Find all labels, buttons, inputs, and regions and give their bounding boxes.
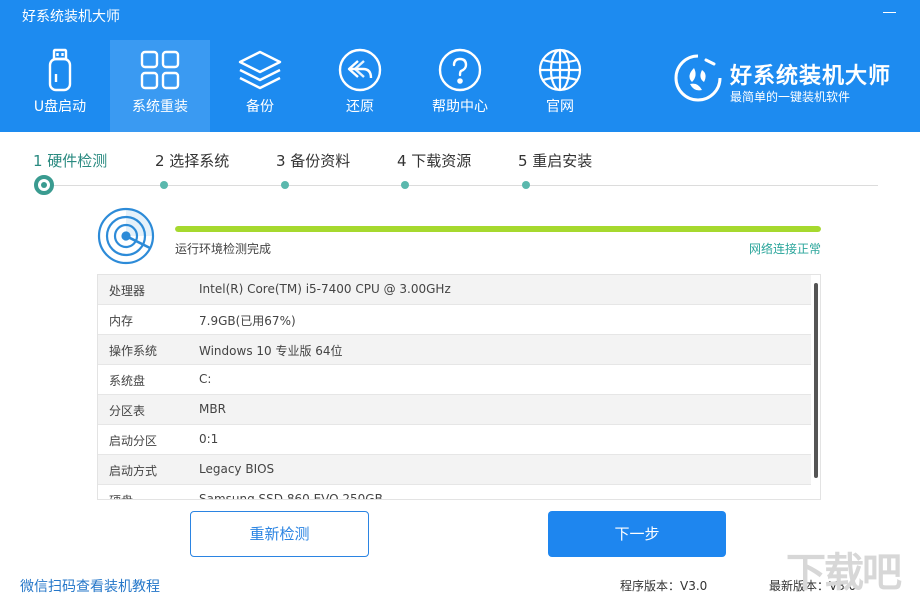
layers-icon (236, 46, 284, 94)
recheck-button[interactable]: 重新检测 (190, 511, 369, 557)
minimize-button[interactable] (880, 4, 900, 20)
step-dot (401, 181, 409, 189)
nav-item-help-center[interactable]: 帮助中心 (410, 40, 510, 132)
table-row: 操作系统 Windows 10 专业版 64位 (98, 335, 811, 365)
nav-label: 备份 (246, 99, 274, 115)
tutorial-link[interactable]: 微信扫码查看装机教程 (20, 576, 160, 596)
nav-item-system-reinstall[interactable]: 系统重装 (110, 40, 210, 132)
table-row: 启动方式 Legacy BIOS (98, 455, 811, 485)
row-key: 内存 (109, 314, 134, 328)
table-row: 内存 7.9GB(已用67%) (98, 305, 811, 335)
step-backup-data: 3 备份资料 (276, 152, 351, 170)
app-title: 好系统装机大师 (22, 9, 120, 25)
nav-label: 系统重装 (132, 99, 188, 115)
nav-item-usb[interactable]: U盘启动 (10, 40, 110, 132)
row-value: C: (199, 372, 212, 386)
hardware-info-table: 处理器 Intel(R) Core(TM) i5-7400 CPU @ 3.00G… (97, 274, 821, 500)
step-download-resources: 4 下载资源 (397, 152, 472, 170)
step-dot-current (34, 175, 54, 195)
row-value: MBR (199, 402, 226, 416)
brand-slogan: 最简单的一键装机软件 (730, 90, 851, 104)
row-value: Windows 10 专业版 64位 (199, 344, 343, 358)
windows-grid-icon (136, 46, 184, 94)
step-progress: 1 硬件检测 2 选择系统 3 备份资料 4 下载资源 5 重启安装 (0, 132, 920, 202)
check-status-text: 运行环境检测完成 (175, 242, 272, 256)
brand-logo-icon (672, 52, 724, 104)
row-value: 7.9GB(已用67%) (199, 314, 296, 328)
row-value: 0:1 (199, 432, 219, 446)
footer-bar: 微信扫码查看装机教程 程序版本：V3.0 最新版本：V3.0 (0, 570, 920, 600)
restore-arrow-icon (336, 46, 384, 94)
brand-name: 好系统装机大师 (730, 64, 892, 89)
row-key: 启动方式 (109, 464, 158, 478)
nav-label: U盘启动 (33, 99, 87, 115)
row-key: 分区表 (109, 404, 146, 418)
brand-block: 好系统装机大师 最简单的一键装机软件 (672, 50, 902, 110)
usb-drive-icon (36, 46, 84, 94)
step-dot (160, 181, 168, 189)
row-value: Samsung SSD 860 EVO 250GB (199, 492, 383, 500)
radar-scan-icon (96, 206, 156, 266)
step-dot (281, 181, 289, 189)
program-version: 程序版本：V3.0 (620, 579, 708, 593)
table-row: 系统盘 C: (98, 365, 811, 395)
header-bar: 好系统装机大师 U盘启动 系统重装 备份 还原 帮助中心 官网 好系统装机大师 … (0, 0, 920, 132)
table-row: 分区表 MBR (98, 395, 811, 425)
next-step-button[interactable]: 下一步 (548, 511, 726, 557)
row-value: Intel(R) Core(TM) i5-7400 CPU @ 3.00GHz (199, 282, 451, 296)
table-scrollbar[interactable] (814, 283, 818, 478)
row-key: 操作系统 (109, 344, 158, 358)
nav-item-backup[interactable]: 备份 (210, 40, 310, 132)
site-watermark: 下载吧 (786, 550, 902, 596)
nav-label: 还原 (346, 99, 374, 115)
row-key: 处理器 (109, 284, 146, 298)
row-value: Legacy BIOS (199, 462, 275, 476)
check-progress-fill (175, 226, 821, 232)
nav-label: 官网 (546, 99, 574, 115)
step-reboot-install: 5 重启安装 (518, 152, 593, 170)
step-select-system: 2 选择系统 (155, 152, 230, 170)
help-question-icon (436, 46, 484, 94)
network-status-text: 网络连接正常 (748, 242, 821, 256)
table-row: 处理器 Intel(R) Core(TM) i5-7400 CPU @ 3.00G… (98, 275, 811, 305)
row-key: 硬盘 (109, 492, 133, 499)
nav-label: 帮助中心 (432, 99, 488, 115)
nav-item-official-site[interactable]: 官网 (510, 40, 610, 132)
check-progress-bar (175, 226, 821, 232)
nav-item-restore[interactable]: 还原 (310, 40, 410, 132)
table-row: 启动分区 0:1 (98, 425, 811, 455)
globe-icon (536, 46, 584, 94)
table-row: 硬盘 Samsung SSD 860 EVO 250GB (98, 485, 811, 500)
step-track-line (44, 185, 878, 186)
step-hardware-check: 1 硬件检测 (33, 152, 108, 170)
main-nav: U盘启动 系统重装 备份 还原 帮助中心 官网 (10, 40, 610, 132)
row-key: 系统盘 (109, 374, 146, 388)
step-dot (522, 181, 530, 189)
hardware-rows: 处理器 Intel(R) Core(TM) i5-7400 CPU @ 3.00G… (98, 275, 820, 500)
row-key: 启动分区 (109, 434, 158, 448)
